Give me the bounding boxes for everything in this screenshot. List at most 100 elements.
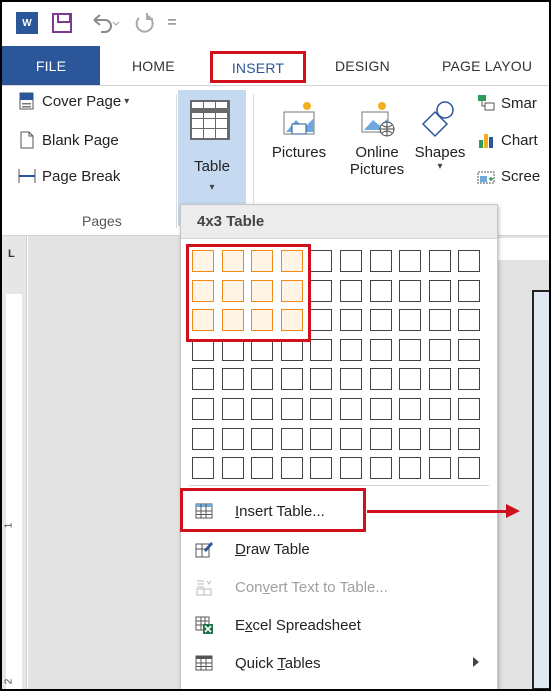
grid-cell[interactable] [369,338,392,361]
grid-cell[interactable] [399,368,422,391]
grid-cell[interactable] [458,368,481,391]
grid-cell[interactable] [310,250,333,272]
grid-cell[interactable] [310,398,333,420]
pictures-button[interactable]: Pictures [264,100,334,161]
grid-cell[interactable] [399,338,422,361]
redo-icon[interactable] [132,10,156,36]
grid-cell[interactable] [192,368,214,391]
pictures-label: Pictures [271,144,327,161]
grid-cell[interactable] [310,457,333,480]
grid-cell[interactable] [310,338,333,361]
grid-cell[interactable] [340,427,362,450]
grid-cell[interactable] [428,279,451,302]
grid-cell[interactable] [399,427,422,450]
grid-cell[interactable] [458,457,481,480]
grid-cell[interactable] [340,250,362,272]
chart-button[interactable]: Chart [477,131,538,149]
grid-cell[interactable] [428,398,451,420]
page-break-button[interactable]: Page Break [18,167,120,185]
grid-cell[interactable] [251,368,274,391]
grid-cell[interactable] [280,457,303,480]
grid-cell[interactable] [310,368,333,391]
grid-cell[interactable] [369,427,392,450]
excel-spreadsheet-text: cel Spreadsheet [252,616,361,634]
grid-cell[interactable] [458,398,481,420]
grid-cell[interactable] [280,338,303,361]
grid-cell[interactable] [369,309,392,332]
table-button-label: Table [194,158,230,175]
grid-cell[interactable] [192,427,214,450]
grid-cell[interactable] [428,250,451,272]
pictures-icon [280,100,318,138]
smartart-button[interactable]: Smar [477,94,537,112]
customize-qat-icon[interactable]: = [164,10,180,36]
grid-cell[interactable] [340,338,362,361]
grid-cell[interactable] [251,338,274,361]
grid-cell[interactable] [399,279,422,302]
draw-table-menu-item[interactable]: Draw Table [181,531,497,567]
excel-spreadsheet-menu-item[interactable]: Excel Spreadsheet [181,607,497,643]
grid-cell[interactable] [399,309,422,332]
grid-cell[interactable] [458,427,481,450]
table-size-title: 4x3 Table [197,213,265,230]
grid-cell[interactable] [251,457,274,480]
grid-cell[interactable] [399,398,422,420]
grid-cell[interactable] [458,279,481,302]
grid-cell[interactable] [280,398,303,420]
grid-cell[interactable] [399,457,422,480]
screenshot-button[interactable]: Scree [477,167,540,185]
grid-cell[interactable] [221,368,244,391]
tab-insert[interactable]: INSERT [210,51,306,83]
grid-cell[interactable] [280,368,303,391]
grid-cell[interactable] [221,427,244,450]
grid-cell[interactable] [428,368,451,391]
grid-cell[interactable] [369,398,392,420]
tab-file[interactable]: FILE [2,46,100,86]
grid-cell[interactable] [458,309,481,332]
grid-cell[interactable] [310,309,333,332]
grid-cell[interactable] [428,427,451,450]
grid-cell[interactable] [428,338,451,361]
shapes-button[interactable]: Shapes ▾ [412,100,468,172]
grid-cell[interactable] [221,338,244,361]
tab-home[interactable]: HOME [132,46,175,86]
online-pictures-icon [358,100,396,138]
grid-cell[interactable] [369,457,392,480]
grid-cell[interactable] [251,398,274,420]
grid-cell[interactable] [428,309,451,332]
grid-cell[interactable] [251,427,274,450]
online-pictures-button[interactable]: Online Pictures [342,100,412,178]
grid-cell[interactable] [192,457,214,480]
grid-cell[interactable] [399,250,422,272]
tab-page-layout[interactable]: PAGE LAYOU [442,46,532,86]
draw-table-text: raw Table [245,540,310,558]
grid-cell[interactable] [192,338,214,361]
grid-cell[interactable] [310,427,333,450]
undo-icon[interactable] [90,10,120,36]
quick-tables-menu-item[interactable]: Quick Tables [181,645,497,681]
grid-cell[interactable] [340,309,362,332]
grid-cell[interactable] [310,279,333,302]
grid-cell[interactable] [458,250,481,272]
grid-cell[interactable] [192,398,214,420]
tab-selector[interactable]: L [8,248,20,260]
grid-cell[interactable] [221,398,244,420]
grid-cell[interactable] [340,368,362,391]
grid-cell[interactable] [340,398,362,420]
draw-table-hotkey: D [235,540,246,558]
grid-cell[interactable] [428,457,451,480]
save-icon[interactable] [52,13,72,33]
grid-cell[interactable] [280,427,303,450]
grid-cell[interactable] [340,279,362,302]
blank-page-button[interactable]: Blank Page [18,131,119,149]
tab-design[interactable]: DESIGN [335,46,390,86]
grid-cell[interactable] [369,250,392,272]
grid-cell[interactable] [369,279,392,302]
grid-cell[interactable] [340,457,362,480]
grid-cell[interactable] [369,368,392,391]
grid-cell[interactable] [221,457,244,480]
online-pictures-label-2: Pictures [349,161,405,178]
convert-text-icon [195,578,213,596]
cover-page-button[interactable]: Cover Page ▾ [18,92,129,110]
grid-cell[interactable] [458,338,481,361]
